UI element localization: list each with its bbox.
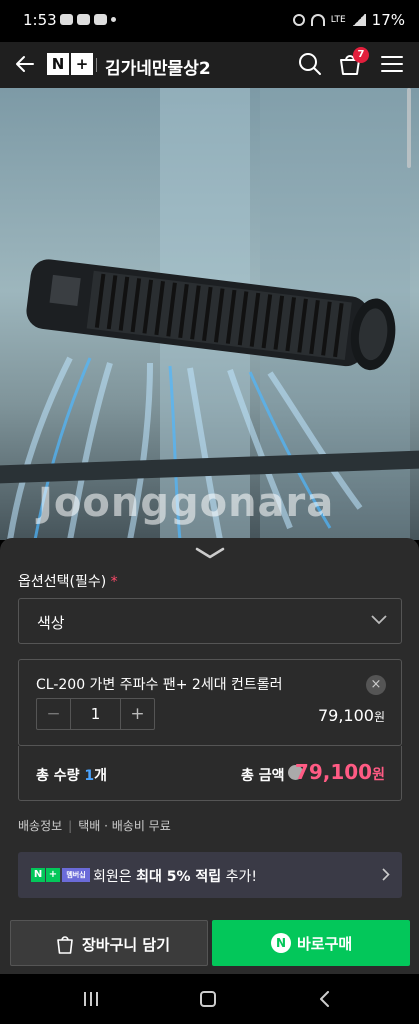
app-header: N + 김가네만물상2 7 — [0, 42, 419, 88]
sheet-collapse-handle-icon[interactable] — [195, 546, 225, 560]
selected-item-name: CL-200 가변 주파수 팬+ 2세대 컨트롤러 — [36, 677, 283, 693]
image-scrollbar — [407, 88, 411, 168]
store-name[interactable]: 김가네만물상2 — [105, 54, 211, 79]
more-dot-icon — [111, 17, 116, 22]
battery-percent: 17% — [371, 11, 405, 29]
remove-item-button[interactable]: × — [366, 675, 386, 695]
product-image[interactable]: Joonggonara — [0, 88, 419, 540]
home-icon[interactable] — [200, 991, 216, 1007]
system-nav-bar — [0, 974, 419, 1024]
search-icon[interactable] — [297, 51, 323, 77]
back-arrow-icon[interactable] — [13, 52, 37, 76]
increase-quantity-button[interactable]: + — [120, 699, 154, 729]
buy-now-button[interactable]: N 바로구매 — [212, 920, 410, 966]
buy-now-label: 바로구매 — [297, 935, 353, 953]
header-divider — [96, 58, 97, 72]
add-to-cart-button[interactable]: 장바구니 담기 — [10, 920, 208, 966]
image-icon — [77, 14, 90, 25]
recent-apps-icon[interactable] — [82, 991, 100, 1007]
decrease-quantity-button[interactable]: − — [37, 699, 71, 729]
quantity-value[interactable]: 1 — [71, 699, 120, 729]
membership-promo-banner[interactable]: N + 멤버십 회원은 최대 5% 적립 추가! — [18, 852, 402, 898]
system-back-icon[interactable] — [318, 991, 330, 1007]
shopping-bag-icon — [57, 936, 73, 954]
chevron-down-icon — [371, 615, 387, 625]
option-title: 옵션선택(필수) * — [18, 574, 118, 590]
cart-count-badge: 7 — [353, 47, 369, 63]
naver-plus-logo[interactable]: N + — [47, 53, 95, 75]
shipping-info: 배송정보 | 택배 · 배송비 무료 — [18, 819, 171, 833]
quantity-stepper: − 1 + — [36, 698, 155, 730]
menu-icon[interactable] — [379, 51, 405, 77]
status-bar: 1:53 LTE 17% — [0, 0, 419, 42]
required-mark: * — [110, 574, 118, 590]
purchase-sheet: 옵션선택(필수) * 색상 CL-200 가변 주파수 팬+ 2세대 컨트롤러 … — [0, 538, 419, 974]
add-to-cart-label: 장바구니 담기 — [82, 936, 171, 954]
order-summary: 총 수량 1개 총 금액 79,100원 — [18, 746, 402, 801]
chevron-right-icon — [382, 868, 390, 881]
status-right: LTE 17% — [292, 11, 405, 29]
wifi-icon — [310, 14, 325, 26]
promo-text: 회원은 최대 5% 적립 추가! — [93, 869, 257, 885]
status-time: 1:53 — [23, 11, 57, 29]
total-quantity: 총 수량 1개 — [36, 768, 108, 784]
lte-label: LTE — [330, 15, 346, 25]
item-price: 79,100원 — [317, 706, 385, 725]
message-icon — [94, 14, 107, 25]
watermark-text: Joonggonara — [38, 480, 335, 526]
naver-pay-icon: N — [271, 933, 291, 953]
talk-icon — [60, 14, 73, 25]
logo-plus: + — [71, 53, 93, 75]
alarm-icon — [292, 14, 305, 26]
color-select-dropdown[interactable]: 색상 — [18, 598, 402, 644]
total-price-label: 총 금액 — [241, 768, 285, 784]
selected-option-item: CL-200 가변 주파수 팬+ 2세대 컨트롤러 × − 1 + 79,100… — [18, 659, 402, 746]
select-label: 색상 — [37, 614, 65, 632]
naver-plus-membership-logo: N + 멤버십 — [31, 868, 90, 882]
total-price: 79,100원 — [294, 760, 385, 784]
logo-n: N — [47, 53, 69, 75]
notification-icons — [60, 14, 116, 25]
signal-icon — [351, 14, 366, 26]
